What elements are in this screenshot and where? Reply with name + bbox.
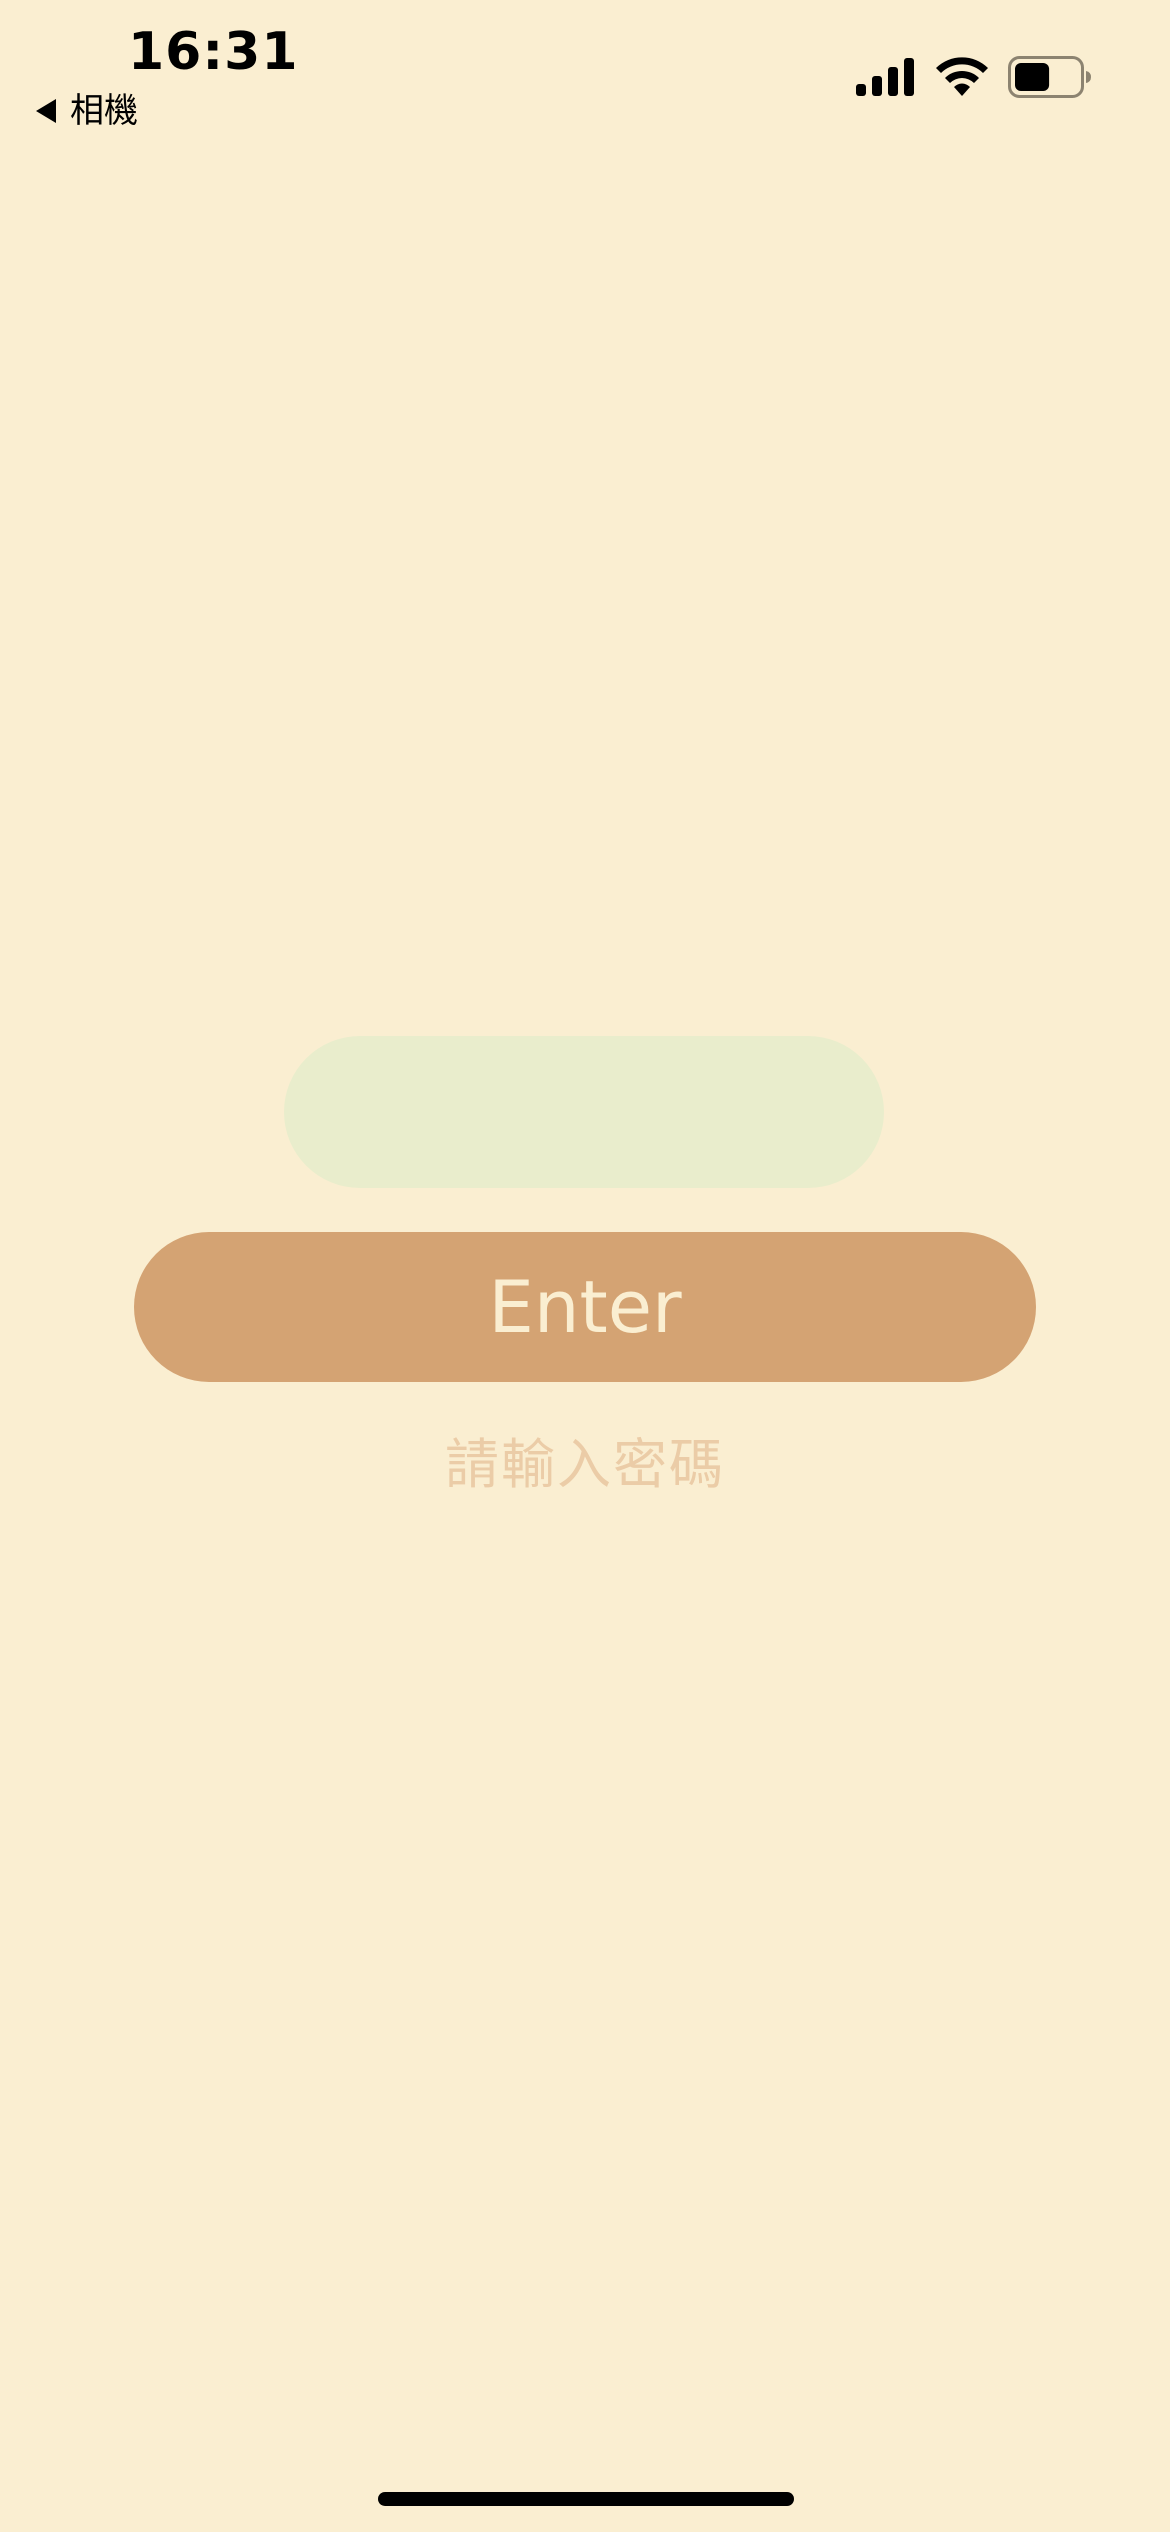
back-link-label: 相機 xyxy=(70,91,138,131)
status-bar: 16:31 相機 xyxy=(0,0,1170,140)
password-input[interactable] xyxy=(284,1036,884,1188)
back-to-camera-link[interactable]: 相機 xyxy=(36,90,138,132)
enter-button[interactable]: Enter xyxy=(134,1232,1036,1382)
home-indicator xyxy=(378,2492,794,2506)
password-hint-text: 請輸入密碼 xyxy=(445,1433,725,1496)
status-time: 16:31 xyxy=(128,22,299,82)
battery-icon xyxy=(1008,56,1091,98)
wifi-icon xyxy=(936,57,988,96)
cellular-signal-icon xyxy=(856,58,914,96)
back-triangle-icon xyxy=(36,99,56,123)
